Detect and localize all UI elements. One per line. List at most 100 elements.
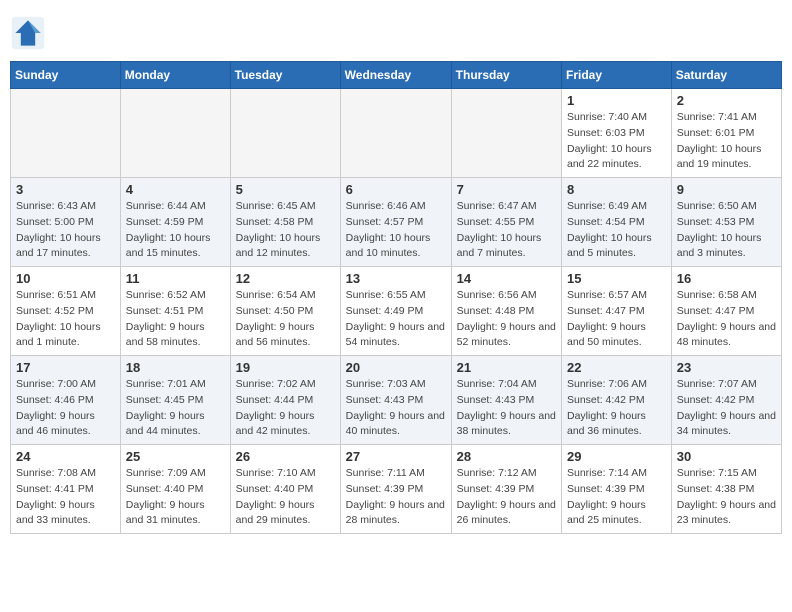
day-info: Sunrise: 7:15 AMSunset: 4:38 PMDaylight:… bbox=[677, 466, 776, 529]
calendar-cell: 4Sunrise: 6:44 AMSunset: 4:59 PMDaylight… bbox=[120, 178, 230, 267]
day-number: 9 bbox=[677, 182, 776, 197]
day-info: Sunrise: 7:00 AMSunset: 4:46 PMDaylight:… bbox=[16, 377, 115, 440]
day-info: Sunrise: 6:50 AMSunset: 4:53 PMDaylight:… bbox=[677, 199, 776, 262]
day-number: 15 bbox=[567, 271, 666, 286]
day-number: 11 bbox=[126, 271, 225, 286]
calendar-cell bbox=[340, 89, 451, 178]
day-number: 18 bbox=[126, 360, 225, 375]
day-info: Sunrise: 6:45 AMSunset: 4:58 PMDaylight:… bbox=[236, 199, 335, 262]
day-number: 29 bbox=[567, 449, 666, 464]
day-info: Sunrise: 6:57 AMSunset: 4:47 PMDaylight:… bbox=[567, 288, 666, 351]
calendar-cell: 1 Sunrise: 7:40 AMSunset: 6:03 PMDaylight… bbox=[562, 89, 672, 178]
day-info: Sunrise: 7:10 AMSunset: 4:40 PMDaylight:… bbox=[236, 466, 335, 529]
calendar-cell: 6Sunrise: 6:46 AMSunset: 4:57 PMDaylight… bbox=[340, 178, 451, 267]
logo-icon bbox=[10, 15, 46, 51]
day-number: 30 bbox=[677, 449, 776, 464]
day-info: Sunrise: 7:41 AMSunset: 6:01 PMDaylight:… bbox=[677, 110, 776, 173]
day-header-wednesday: Wednesday bbox=[340, 62, 451, 89]
calendar-cell: 3 Sunrise: 6:43 AMSunset: 5:00 PMDaylight… bbox=[11, 178, 121, 267]
day-number: 6 bbox=[346, 182, 446, 197]
day-info: Sunrise: 6:49 AMSunset: 4:54 PMDaylight:… bbox=[567, 199, 666, 262]
calendar-cell: 28 Sunrise: 7:12 AMSunset: 4:39 PMDayligh… bbox=[451, 445, 561, 534]
day-number: 2 bbox=[677, 93, 776, 108]
calendar-cell: 8 Sunrise: 6:49 AMSunset: 4:54 PMDaylight… bbox=[562, 178, 672, 267]
day-header-friday: Friday bbox=[562, 62, 672, 89]
day-header-saturday: Saturday bbox=[671, 62, 781, 89]
calendar-week-row: 17 Sunrise: 7:00 AMSunset: 4:46 PMDayligh… bbox=[11, 356, 782, 445]
day-header-monday: Monday bbox=[120, 62, 230, 89]
day-number: 1 bbox=[567, 93, 666, 108]
calendar-week-row: 3 Sunrise: 6:43 AMSunset: 5:00 PMDaylight… bbox=[11, 178, 782, 267]
day-number: 19 bbox=[236, 360, 335, 375]
calendar-cell: 18 Sunrise: 7:01 AMSunset: 4:45 PMDayligh… bbox=[120, 356, 230, 445]
day-number: 4 bbox=[126, 182, 225, 197]
calendar-cell: 2 Sunrise: 7:41 AMSunset: 6:01 PMDaylight… bbox=[671, 89, 781, 178]
logo bbox=[10, 15, 50, 51]
calendar-cell: 14 Sunrise: 6:56 AMSunset: 4:48 PMDayligh… bbox=[451, 267, 561, 356]
day-header-thursday: Thursday bbox=[451, 62, 561, 89]
day-number: 23 bbox=[677, 360, 776, 375]
calendar-cell: 19 Sunrise: 7:02 AMSunset: 4:44 PMDayligh… bbox=[230, 356, 340, 445]
day-header-tuesday: Tuesday bbox=[230, 62, 340, 89]
day-number: 22 bbox=[567, 360, 666, 375]
day-info: Sunrise: 7:14 AMSunset: 4:39 PMDaylight:… bbox=[567, 466, 666, 529]
day-info: Sunrise: 7:07 AMSunset: 4:42 PMDaylight:… bbox=[677, 377, 776, 440]
day-info: Sunrise: 7:02 AMSunset: 4:44 PMDaylight:… bbox=[236, 377, 335, 440]
day-number: 20 bbox=[346, 360, 446, 375]
calendar-cell bbox=[11, 89, 121, 178]
day-number: 10 bbox=[16, 271, 115, 286]
day-number: 26 bbox=[236, 449, 335, 464]
header bbox=[10, 10, 782, 51]
day-info: Sunrise: 6:56 AMSunset: 4:48 PMDaylight:… bbox=[457, 288, 556, 351]
day-number: 27 bbox=[346, 449, 446, 464]
calendar-table: SundayMondayTuesdayWednesdayThursdayFrid… bbox=[10, 61, 782, 534]
calendar-cell: 22 Sunrise: 7:06 AMSunset: 4:42 PMDayligh… bbox=[562, 356, 672, 445]
day-info: Sunrise: 7:06 AMSunset: 4:42 PMDaylight:… bbox=[567, 377, 666, 440]
day-number: 8 bbox=[567, 182, 666, 197]
day-number: 12 bbox=[236, 271, 335, 286]
day-info: Sunrise: 7:04 AMSunset: 4:43 PMDaylight:… bbox=[457, 377, 556, 440]
calendar-cell: 10 Sunrise: 6:51 AMSunset: 4:52 PMDayligh… bbox=[11, 267, 121, 356]
day-header-sunday: Sunday bbox=[11, 62, 121, 89]
calendar-cell: 30 Sunrise: 7:15 AMSunset: 4:38 PMDayligh… bbox=[671, 445, 781, 534]
day-info: Sunrise: 6:55 AMSunset: 4:49 PMDaylight:… bbox=[346, 288, 446, 351]
day-number: 16 bbox=[677, 271, 776, 286]
day-info: Sunrise: 6:52 AMSunset: 4:51 PMDaylight:… bbox=[126, 288, 225, 351]
day-number: 3 bbox=[16, 182, 115, 197]
day-number: 17 bbox=[16, 360, 115, 375]
calendar-cell: 24 Sunrise: 7:08 AMSunset: 4:41 PMDayligh… bbox=[11, 445, 121, 534]
day-info: Sunrise: 7:01 AMSunset: 4:45 PMDaylight:… bbox=[126, 377, 225, 440]
calendar-cell bbox=[120, 89, 230, 178]
day-number: 13 bbox=[346, 271, 446, 286]
calendar-cell: 5 Sunrise: 6:45 AMSunset: 4:58 PMDaylight… bbox=[230, 178, 340, 267]
calendar-cell bbox=[451, 89, 561, 178]
day-number: 24 bbox=[16, 449, 115, 464]
calendar-cell: 11 Sunrise: 6:52 AMSunset: 4:51 PMDayligh… bbox=[120, 267, 230, 356]
day-number: 28 bbox=[457, 449, 556, 464]
calendar-week-row: 24 Sunrise: 7:08 AMSunset: 4:41 PMDayligh… bbox=[11, 445, 782, 534]
calendar-cell: 12Sunrise: 6:54 AMSunset: 4:50 PMDayligh… bbox=[230, 267, 340, 356]
day-info: Sunrise: 7:11 AMSunset: 4:39 PMDaylight:… bbox=[346, 466, 446, 529]
day-info: Sunrise: 7:40 AMSunset: 6:03 PMDaylight:… bbox=[567, 110, 666, 173]
calendar-cell: 13 Sunrise: 6:55 AMSunset: 4:49 PMDayligh… bbox=[340, 267, 451, 356]
calendar-header-row: SundayMondayTuesdayWednesdayThursdayFrid… bbox=[11, 62, 782, 89]
day-info: Sunrise: 7:03 AMSunset: 4:43 PMDaylight:… bbox=[346, 377, 446, 440]
day-number: 21 bbox=[457, 360, 556, 375]
calendar-cell: 16 Sunrise: 6:58 AMSunset: 4:47 PMDayligh… bbox=[671, 267, 781, 356]
calendar-cell: 25 Sunrise: 7:09 AMSunset: 4:40 PMDayligh… bbox=[120, 445, 230, 534]
calendar-cell: 20 Sunrise: 7:03 AMSunset: 4:43 PMDayligh… bbox=[340, 356, 451, 445]
day-info: Sunrise: 7:08 AMSunset: 4:41 PMDaylight:… bbox=[16, 466, 115, 529]
day-number: 5 bbox=[236, 182, 335, 197]
day-info: Sunrise: 7:12 AMSunset: 4:39 PMDaylight:… bbox=[457, 466, 556, 529]
calendar-cell: 7Sunrise: 6:47 AMSunset: 4:55 PMDaylight… bbox=[451, 178, 561, 267]
day-number: 25 bbox=[126, 449, 225, 464]
day-info: Sunrise: 6:43 AMSunset: 5:00 PMDaylight:… bbox=[16, 199, 115, 262]
calendar-week-row: 1 Sunrise: 7:40 AMSunset: 6:03 PMDaylight… bbox=[11, 89, 782, 178]
day-number: 14 bbox=[457, 271, 556, 286]
day-info: Sunrise: 7:09 AMSunset: 4:40 PMDaylight:… bbox=[126, 466, 225, 529]
calendar-cell: 27 Sunrise: 7:11 AMSunset: 4:39 PMDayligh… bbox=[340, 445, 451, 534]
day-info: Sunrise: 6:51 AMSunset: 4:52 PMDaylight:… bbox=[16, 288, 115, 351]
day-info: Sunrise: 6:58 AMSunset: 4:47 PMDaylight:… bbox=[677, 288, 776, 351]
calendar-cell: 26 Sunrise: 7:10 AMSunset: 4:40 PMDayligh… bbox=[230, 445, 340, 534]
calendar-cell: 15 Sunrise: 6:57 AMSunset: 4:47 PMDayligh… bbox=[562, 267, 672, 356]
